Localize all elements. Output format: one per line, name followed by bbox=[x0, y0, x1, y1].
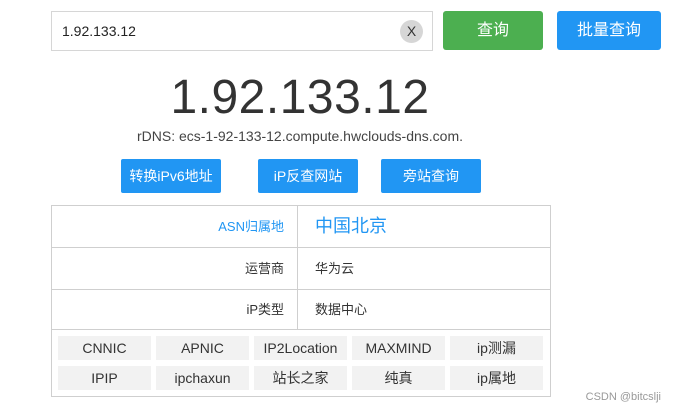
ip-reverse-lookup-button[interactable]: iP反查网站 bbox=[258, 159, 358, 193]
isp-label: 运营商 bbox=[52, 248, 298, 289]
ip-search-input[interactable] bbox=[52, 12, 392, 50]
ip-info-table: ASN归属地 中国北京 运营商 华为云 iP类型 数据中心 CNNIC APNI… bbox=[51, 205, 551, 397]
query-button[interactable]: 查询 bbox=[443, 11, 543, 50]
source-link-maxmind[interactable]: MAXMIND bbox=[352, 336, 445, 360]
source-link-ipip[interactable]: IPIP bbox=[58, 366, 151, 390]
ip-type-row: iP类型 数据中心 bbox=[52, 290, 550, 330]
source-link-chunzhen[interactable]: 纯真 bbox=[352, 366, 445, 390]
source-link-cnnic[interactable]: CNNIC bbox=[58, 336, 151, 360]
source-link-ip-location[interactable]: ip属地 bbox=[450, 366, 543, 390]
convert-ipv6-button[interactable]: 转换iPv6地址 bbox=[121, 159, 221, 193]
search-box: X bbox=[51, 11, 433, 51]
ip-type-label: iP类型 bbox=[52, 290, 298, 329]
source-link-ip-leak[interactable]: ip测漏 bbox=[450, 336, 543, 360]
rdns-text: rDNS: ecs-1-92-133-12.compute.hwclouds-d… bbox=[136, 128, 464, 144]
asn-location-link[interactable]: 中国北京 bbox=[315, 206, 387, 247]
ip-address-title: 1.92.133.12 bbox=[170, 71, 430, 124]
isp-row: 运营商 华为云 bbox=[52, 248, 550, 290]
watermark: CSDN @bitcslji bbox=[585, 391, 661, 403]
asn-label: ASN归属地 bbox=[52, 206, 298, 247]
sideway-site-query-button[interactable]: 旁站查询 bbox=[381, 159, 481, 193]
isp-value: 华为云 bbox=[315, 261, 355, 276]
source-link-chinaz[interactable]: 站长之家 bbox=[254, 366, 347, 390]
source-link-ipchaxun[interactable]: ipchaxun bbox=[156, 366, 249, 390]
clear-button[interactable]: X bbox=[400, 20, 423, 43]
asn-row: ASN归属地 中国北京 bbox=[52, 206, 550, 248]
ip-type-value: 数据中心 bbox=[315, 302, 368, 317]
source-link-ip2location[interactable]: IP2Location bbox=[254, 336, 347, 360]
source-link-apnic[interactable]: APNIC bbox=[156, 336, 249, 360]
batch-query-button[interactable]: 批量查询 bbox=[557, 11, 661, 50]
